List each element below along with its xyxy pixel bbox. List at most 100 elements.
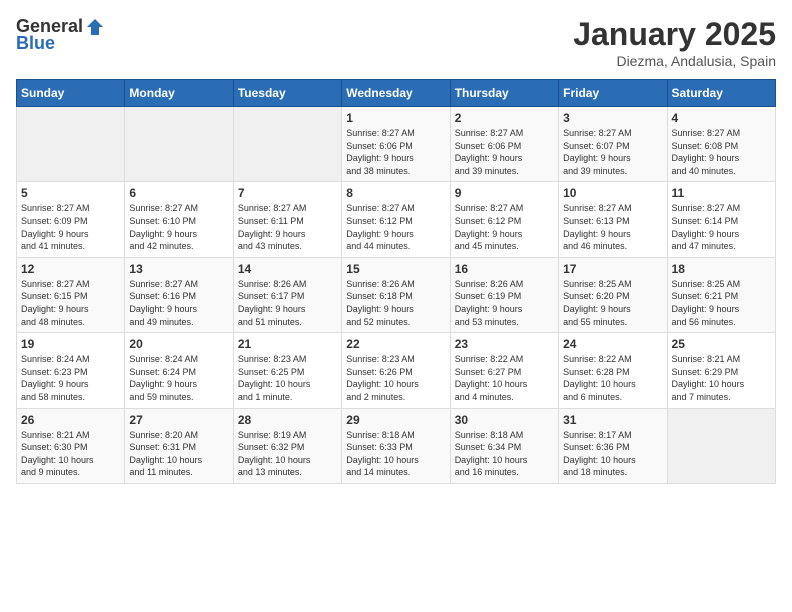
day-number: 13 — [129, 262, 228, 276]
day-cell: 8 Sunrise: 8:27 AM Sunset: 6:12 PM Daylig… — [342, 182, 450, 257]
day-info: Sunrise: 8:27 AM Sunset: 6:06 PM Dayligh… — [346, 127, 445, 177]
day-number: 19 — [21, 337, 120, 351]
day-info: Sunrise: 8:25 AM Sunset: 6:20 PM Dayligh… — [563, 278, 662, 328]
day-cell: 13 Sunrise: 8:27 AM Sunset: 6:16 PM Dayli… — [125, 257, 233, 332]
day-cell: 24Sunrise: 8:22 AM Sunset: 6:28 PM Dayli… — [559, 333, 667, 408]
day-info: Sunrise: 8:21 AM Sunset: 6:29 PM Dayligh… — [672, 353, 771, 403]
day-info: Sunrise: 8:27 AM Sunset: 6:13 PM Dayligh… — [563, 202, 662, 252]
day-info: Sunrise: 8:27 AM Sunset: 6:07 PM Dayligh… — [563, 127, 662, 177]
day-number: 8 — [346, 186, 445, 200]
day-info: Sunrise: 8:24 AM Sunset: 6:24 PM Dayligh… — [129, 353, 228, 403]
day-number: 3 — [563, 111, 662, 125]
day-cell: 5Sunrise: 8:27 AM Sunset: 6:09 PM Daylig… — [17, 182, 125, 257]
day-info: Sunrise: 8:22 AM Sunset: 6:27 PM Dayligh… — [455, 353, 554, 403]
header-sunday: Sunday — [17, 80, 125, 107]
day-info: Sunrise: 8:27 AM Sunset: 6:16 PM Dayligh… — [129, 278, 228, 328]
day-number: 10 — [563, 186, 662, 200]
week-row-4: 19Sunrise: 8:24 AM Sunset: 6:23 PM Dayli… — [17, 333, 776, 408]
header-monday: Monday — [125, 80, 233, 107]
day-number: 23 — [455, 337, 554, 351]
month-title: January 2025 — [573, 16, 776, 53]
day-cell: 1 Sunrise: 8:27 AM Sunset: 6:06 PM Daylig… — [342, 107, 450, 182]
day-cell — [17, 107, 125, 182]
day-number: 30 — [455, 413, 554, 427]
day-cell: 25Sunrise: 8:21 AM Sunset: 6:29 PM Dayli… — [667, 333, 775, 408]
day-number: 18 — [672, 262, 771, 276]
day-number: 7 — [238, 186, 337, 200]
day-info: Sunrise: 8:25 AM Sunset: 6:21 PM Dayligh… — [672, 278, 771, 328]
day-cell: 29Sunrise: 8:18 AM Sunset: 6:33 PM Dayli… — [342, 408, 450, 483]
day-cell: 23 Sunrise: 8:22 AM Sunset: 6:27 PM Dayli… — [450, 333, 558, 408]
day-number: 22 — [346, 337, 445, 351]
day-info: Sunrise: 8:26 AM Sunset: 6:19 PM Dayligh… — [455, 278, 554, 328]
logo-blue-text: Blue — [16, 33, 55, 54]
day-cell: 20 Sunrise: 8:24 AM Sunset: 6:24 PM Dayli… — [125, 333, 233, 408]
day-info: Sunrise: 8:21 AM Sunset: 6:30 PM Dayligh… — [21, 429, 120, 479]
day-info: Sunrise: 8:27 AM Sunset: 6:10 PM Dayligh… — [129, 202, 228, 252]
day-info: Sunrise: 8:27 AM Sunset: 6:11 PM Dayligh… — [238, 202, 337, 252]
header-saturday: Saturday — [667, 80, 775, 107]
week-row-3: 12 Sunrise: 8:27 AM Sunset: 6:15 PM Dayli… — [17, 257, 776, 332]
day-number: 1 — [346, 111, 445, 125]
day-cell: 15 Sunrise: 8:26 AM Sunset: 6:18 PM Dayli… — [342, 257, 450, 332]
day-cell: 18 Sunrise: 8:25 AM Sunset: 6:21 PM Dayli… — [667, 257, 775, 332]
day-info: Sunrise: 8:17 AM Sunset: 6:36 PM Dayligh… — [563, 429, 662, 479]
day-cell: 10 Sunrise: 8:27 AM Sunset: 6:13 PM Dayli… — [559, 182, 667, 257]
day-number: 14 — [238, 262, 337, 276]
day-cell: 26Sunrise: 8:21 AM Sunset: 6:30 PM Dayli… — [17, 408, 125, 483]
day-cell: 16Sunrise: 8:26 AM Sunset: 6:19 PM Dayli… — [450, 257, 558, 332]
day-number: 12 — [21, 262, 120, 276]
location: Diezma, Andalusia, Spain — [573, 53, 776, 69]
day-info: Sunrise: 8:22 AM Sunset: 6:28 PM Dayligh… — [563, 353, 662, 403]
day-cell: 12 Sunrise: 8:27 AM Sunset: 6:15 PM Dayli… — [17, 257, 125, 332]
week-row-1: 1 Sunrise: 8:27 AM Sunset: 6:06 PM Daylig… — [17, 107, 776, 182]
week-row-5: 26Sunrise: 8:21 AM Sunset: 6:30 PM Dayli… — [17, 408, 776, 483]
day-cell: 17 Sunrise: 8:25 AM Sunset: 6:20 PM Dayli… — [559, 257, 667, 332]
header-tuesday: Tuesday — [233, 80, 341, 107]
day-info: Sunrise: 8:27 AM Sunset: 6:14 PM Dayligh… — [672, 202, 771, 252]
day-number: 17 — [563, 262, 662, 276]
header-wednesday: Wednesday — [342, 80, 450, 107]
header-thursday: Thursday — [450, 80, 558, 107]
logo-icon — [85, 17, 105, 37]
day-number: 2 — [455, 111, 554, 125]
day-info: Sunrise: 8:27 AM Sunset: 6:08 PM Dayligh… — [672, 127, 771, 177]
day-info: Sunrise: 8:18 AM Sunset: 6:34 PM Dayligh… — [455, 429, 554, 479]
title-area: January 2025 Diezma, Andalusia, Spain — [573, 16, 776, 69]
day-cell: 9 Sunrise: 8:27 AM Sunset: 6:12 PM Daylig… — [450, 182, 558, 257]
day-number: 6 — [129, 186, 228, 200]
day-info: Sunrise: 8:19 AM Sunset: 6:32 PM Dayligh… — [238, 429, 337, 479]
day-cell: 3 Sunrise: 8:27 AM Sunset: 6:07 PM Daylig… — [559, 107, 667, 182]
header-friday: Friday — [559, 80, 667, 107]
day-info: Sunrise: 8:23 AM Sunset: 6:26 PM Dayligh… — [346, 353, 445, 403]
day-number: 4 — [672, 111, 771, 125]
day-cell: 27Sunrise: 8:20 AM Sunset: 6:31 PM Dayli… — [125, 408, 233, 483]
day-cell: 30 Sunrise: 8:18 AM Sunset: 6:34 PM Dayli… — [450, 408, 558, 483]
day-cell: 31Sunrise: 8:17 AM Sunset: 6:36 PM Dayli… — [559, 408, 667, 483]
day-number: 20 — [129, 337, 228, 351]
day-info: Sunrise: 8:27 AM Sunset: 6:09 PM Dayligh… — [21, 202, 120, 252]
day-cell: 4 Sunrise: 8:27 AM Sunset: 6:08 PM Daylig… — [667, 107, 775, 182]
day-cell: 14 Sunrise: 8:26 AM Sunset: 6:17 PM Dayli… — [233, 257, 341, 332]
day-info: Sunrise: 8:27 AM Sunset: 6:12 PM Dayligh… — [455, 202, 554, 252]
day-cell: 2 Sunrise: 8:27 AM Sunset: 6:06 PM Daylig… — [450, 107, 558, 182]
day-number: 9 — [455, 186, 554, 200]
day-cell: 7 Sunrise: 8:27 AM Sunset: 6:11 PM Daylig… — [233, 182, 341, 257]
day-info: Sunrise: 8:23 AM Sunset: 6:25 PM Dayligh… — [238, 353, 337, 403]
day-cell: 19Sunrise: 8:24 AM Sunset: 6:23 PM Dayli… — [17, 333, 125, 408]
day-number: 28 — [238, 413, 337, 427]
header-row: Sunday Monday Tuesday Wednesday Thursday… — [17, 80, 776, 107]
week-row-2: 5Sunrise: 8:27 AM Sunset: 6:09 PM Daylig… — [17, 182, 776, 257]
day-info: Sunrise: 8:27 AM Sunset: 6:06 PM Dayligh… — [455, 127, 554, 177]
day-cell: 22 Sunrise: 8:23 AM Sunset: 6:26 PM Dayli… — [342, 333, 450, 408]
day-number: 21 — [238, 337, 337, 351]
day-number: 29 — [346, 413, 445, 427]
day-info: Sunrise: 8:26 AM Sunset: 6:18 PM Dayligh… — [346, 278, 445, 328]
day-info: Sunrise: 8:27 AM Sunset: 6:15 PM Dayligh… — [21, 278, 120, 328]
day-number: 15 — [346, 262, 445, 276]
day-cell: 6 Sunrise: 8:27 AM Sunset: 6:10 PM Daylig… — [125, 182, 233, 257]
day-cell — [125, 107, 233, 182]
day-info: Sunrise: 8:26 AM Sunset: 6:17 PM Dayligh… — [238, 278, 337, 328]
day-info: Sunrise: 8:27 AM Sunset: 6:12 PM Dayligh… — [346, 202, 445, 252]
day-number: 11 — [672, 186, 771, 200]
